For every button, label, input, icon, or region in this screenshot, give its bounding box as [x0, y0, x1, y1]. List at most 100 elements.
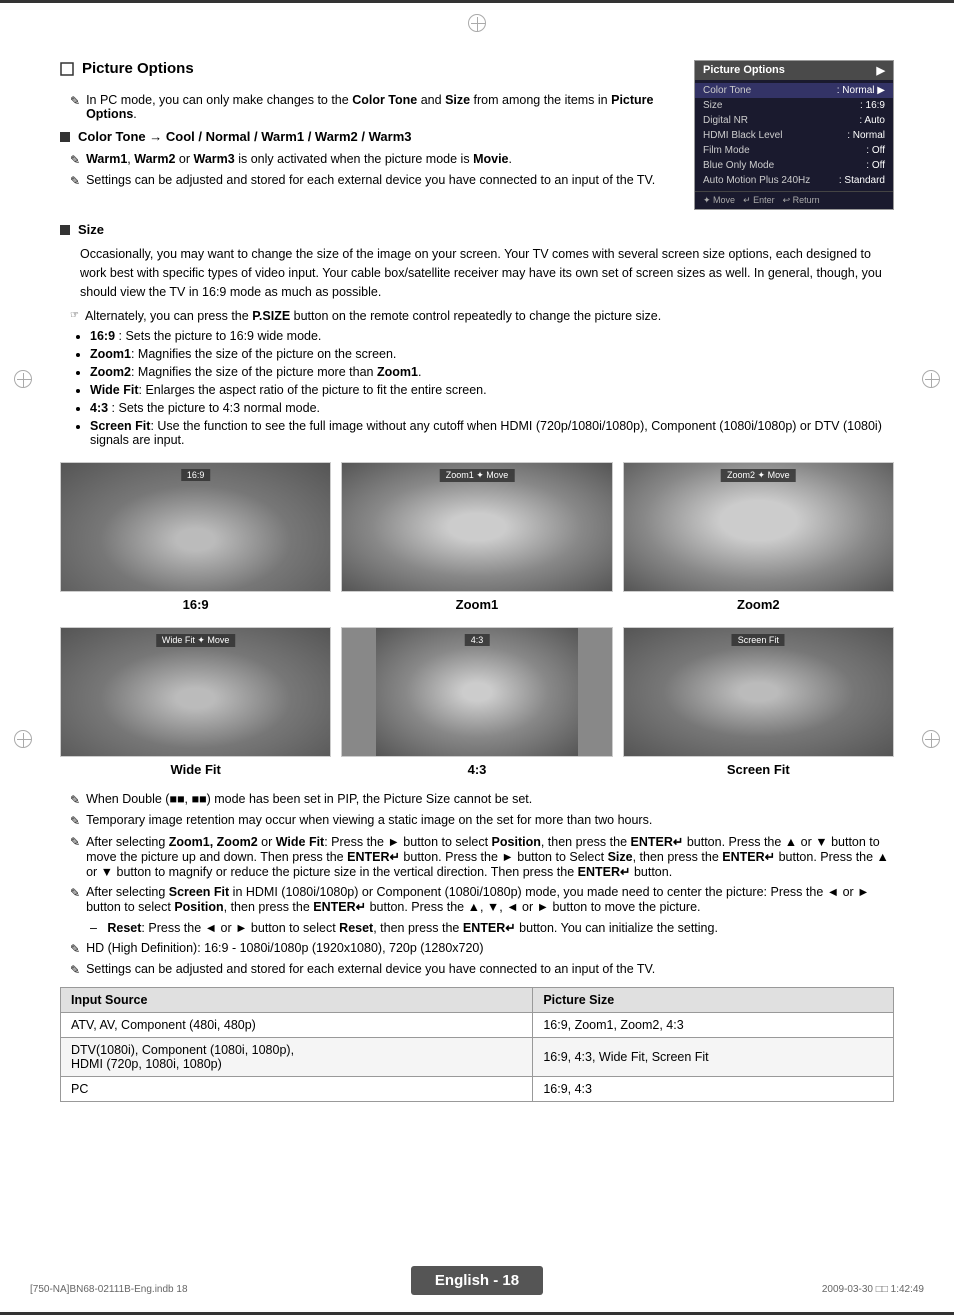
- psize-note-icon: ☞: [70, 310, 79, 321]
- after-note-text-5: HD (High Definition): 16:9 - 1080i/1080p…: [86, 941, 483, 955]
- note-text-1: In PC mode, you can only make changes to…: [86, 93, 674, 121]
- size-option-43: 4:3 : Sets the picture to 4:3 normal mod…: [90, 401, 894, 415]
- table-header-picturesize: Picture Size: [533, 988, 894, 1013]
- size-option-zoom2: Zoom2: Magnifies the size of the picture…: [90, 365, 894, 379]
- note-line-2: ✎ Warm1, Warm2 or Warm3 is only activate…: [60, 152, 674, 167]
- panel-row-size: Size : 16:9: [695, 98, 893, 113]
- panel-value-dnr: : Auto: [859, 115, 885, 126]
- footer-right-text: 2009-03-30 □□ 1:42:49: [822, 1284, 924, 1295]
- panel-value-film: : Off: [866, 145, 885, 156]
- tv-label-169: 16:9: [181, 469, 211, 481]
- panel-label-blue: Blue Only Mode: [703, 160, 774, 171]
- tv-image-169: 16:9: [60, 462, 331, 592]
- tv-image-inner-zoom2: Zoom2 ✦ Move: [624, 463, 893, 591]
- size-heading: Size: [78, 222, 104, 237]
- size-option-zoom1: Zoom1: Magnifies the size of the picture…: [90, 347, 894, 361]
- picture-options-panel: Picture Options ▶ Color Tone : Normal ▶ …: [694, 60, 894, 210]
- tv-image-inner-169: 16:9: [61, 463, 330, 591]
- tv-image-widefit: Wide Fit ✦ Move: [60, 627, 331, 757]
- panel-value-size: : 16:9: [860, 100, 885, 111]
- panel-footer-enter: ↵ Enter: [743, 195, 775, 206]
- after-notes-section: ✎ When Double (■■, ■■) mode has been set…: [60, 792, 894, 977]
- tv-label-zoom2: Zoom2 ✦ Move: [721, 469, 796, 482]
- color-tone-subsection: Color Tone → Cool / Normal / Warm1 / War…: [60, 129, 674, 144]
- panel-arrow: ▶: [877, 64, 885, 77]
- image-item-widefit: Wide Fit ✦ Move Wide Fit: [60, 627, 331, 777]
- note-line-3: ✎ Settings can be adjusted and stored fo…: [60, 173, 674, 188]
- panel-label-hdmi: HDMI Black Level: [703, 130, 782, 141]
- panel-footer: ✦ Move ↵ Enter ↩ Return: [695, 191, 893, 209]
- panel-row-amp: Auto Motion Plus 240Hz : Standard: [695, 173, 893, 188]
- panel-row-blue: Blue Only Mode : Off: [695, 158, 893, 173]
- panel-row-colortone: Color Tone : Normal ▶: [695, 83, 893, 98]
- tv-image-inner-screenfit: Screen Fit: [624, 628, 893, 756]
- tv-label-screenfit: Screen Fit: [732, 634, 785, 646]
- table-row-2: DTV(1080i), Component (1080i, 1080p),HDM…: [61, 1038, 894, 1077]
- after-note-2: ✎ Temporary image retention may occur wh…: [60, 813, 894, 828]
- picture-options-section: Picture Options ✎ In PC mode, you can on…: [60, 60, 894, 210]
- after-note-text-1: When Double (■■, ■■) mode has been set i…: [86, 792, 532, 806]
- caption-43: 4:3: [468, 762, 487, 777]
- panel-title: Picture Options: [703, 64, 785, 77]
- main-heading: Picture Options: [82, 60, 194, 77]
- tv-image-screenfit: Screen Fit: [623, 627, 894, 757]
- checkbox-icon: [60, 62, 74, 79]
- table-cell-input-2: DTV(1080i), Component (1080i, 1080p),HDM…: [61, 1038, 533, 1077]
- panel-row-film: Film Mode : Off: [695, 143, 893, 158]
- panel-footer-move: ✦ Move: [703, 195, 735, 206]
- image-grid-row1: 16:9 16:9 Zoom1 ✦ Move Zoom1 Zoom2 ✦ Mov…: [60, 462, 894, 612]
- psize-note-text: Alternately, you can press the P.SIZE bu…: [85, 309, 661, 323]
- size-subsection: Size: [60, 222, 894, 237]
- caption-169: 16:9: [183, 597, 209, 612]
- after-note-4: ✎ After selecting Screen Fit in HDMI (10…: [60, 885, 894, 914]
- psize-note: ☞ Alternately, you can press the P.SIZE …: [60, 309, 894, 323]
- after-note-text-4-reset: – Reset: Press the ◄ or ► button to sele…: [90, 920, 718, 935]
- panel-value-amp: : Standard: [839, 175, 885, 186]
- tv-image-43: 4:3: [341, 627, 612, 757]
- crosshair-right-1: [922, 370, 940, 391]
- tv-image-inner-43: 4:3: [376, 628, 578, 756]
- size-option-screenfit: Screen Fit: Use the function to see the …: [90, 419, 894, 447]
- caption-zoom2: Zoom2: [737, 597, 780, 612]
- tv-label-widefit: Wide Fit ✦ Move: [156, 634, 236, 647]
- panel-row-hdmi: HDMI Black Level : Normal: [695, 128, 893, 143]
- panel-value-hdmi: : Normal: [847, 130, 885, 141]
- note-icon-2: ✎: [70, 153, 80, 167]
- panel-row-dnr: Digital NR : Auto: [695, 113, 893, 128]
- image-item-zoom1: Zoom1 ✦ Move Zoom1: [341, 462, 612, 612]
- size-option-169: 16:9 : Sets the picture to 16:9 wide mod…: [90, 329, 894, 343]
- table-cell-input-3: PC: [61, 1077, 533, 1102]
- table-header-input: Input Source: [61, 988, 533, 1013]
- after-note-4-reset: – Reset: Press the ◄ or ► button to sele…: [60, 920, 894, 935]
- table-cell-size-3: 16:9, 4:3: [533, 1077, 894, 1102]
- size-description: Occasionally, you may want to change the…: [60, 245, 894, 301]
- color-tone-title: Color Tone → Cool / Normal / Warm1 / War…: [78, 129, 412, 144]
- crosshair-left-1: [14, 370, 32, 391]
- table-cell-input-1: ATV, AV, Component (480i, 480p): [61, 1013, 533, 1038]
- table-cell-size-1: 16:9, Zoom1, Zoom2, 4:3: [533, 1013, 894, 1038]
- input-source-table: Input Source Picture Size ATV, AV, Compo…: [60, 987, 894, 1102]
- size-options-list: 16:9 : Sets the picture to 16:9 wide mod…: [60, 329, 894, 447]
- note-icon-3: ✎: [70, 174, 80, 188]
- panel-label-size: Size: [703, 100, 722, 111]
- panel-title-bar: Picture Options ▶: [695, 61, 893, 80]
- image-item-zoom2: Zoom2 ✦ Move Zoom2: [623, 462, 894, 612]
- caption-widefit: Wide Fit: [170, 762, 220, 777]
- after-note-text-3: After selecting Zoom1, Zoom2 or Wide Fit…: [86, 834, 894, 879]
- subsection-square: [60, 132, 70, 142]
- table-cell-size-2: 16:9, 4:3, Wide Fit, Screen Fit: [533, 1038, 894, 1077]
- panel-label-dnr: Digital NR: [703, 115, 748, 126]
- after-note-text-6: Settings can be adjusted and stored for …: [86, 962, 655, 976]
- after-note-icon-3: ✎: [70, 835, 80, 849]
- after-note-text-4: After selecting Screen Fit in HDMI (1080…: [86, 885, 894, 914]
- tv-image-inner-zoom1: Zoom1 ✦ Move: [342, 463, 611, 591]
- image-grid-row2: Wide Fit ✦ Move Wide Fit 4:3 4:3 Screen …: [60, 627, 894, 777]
- crosshair-left-2: [14, 730, 32, 751]
- note-icon-1: ✎: [70, 94, 80, 108]
- note-line-1: ✎ In PC mode, you can only make changes …: [60, 93, 674, 121]
- after-note-5: ✎ HD (High Definition): 16:9 - 1080i/108…: [60, 941, 894, 956]
- after-note-icon-1: ✎: [70, 793, 80, 807]
- table-row-3: PC 16:9, 4:3: [61, 1077, 894, 1102]
- image-item-screenfit: Screen Fit Screen Fit: [623, 627, 894, 777]
- table-row-1: ATV, AV, Component (480i, 480p) 16:9, Zo…: [61, 1013, 894, 1038]
